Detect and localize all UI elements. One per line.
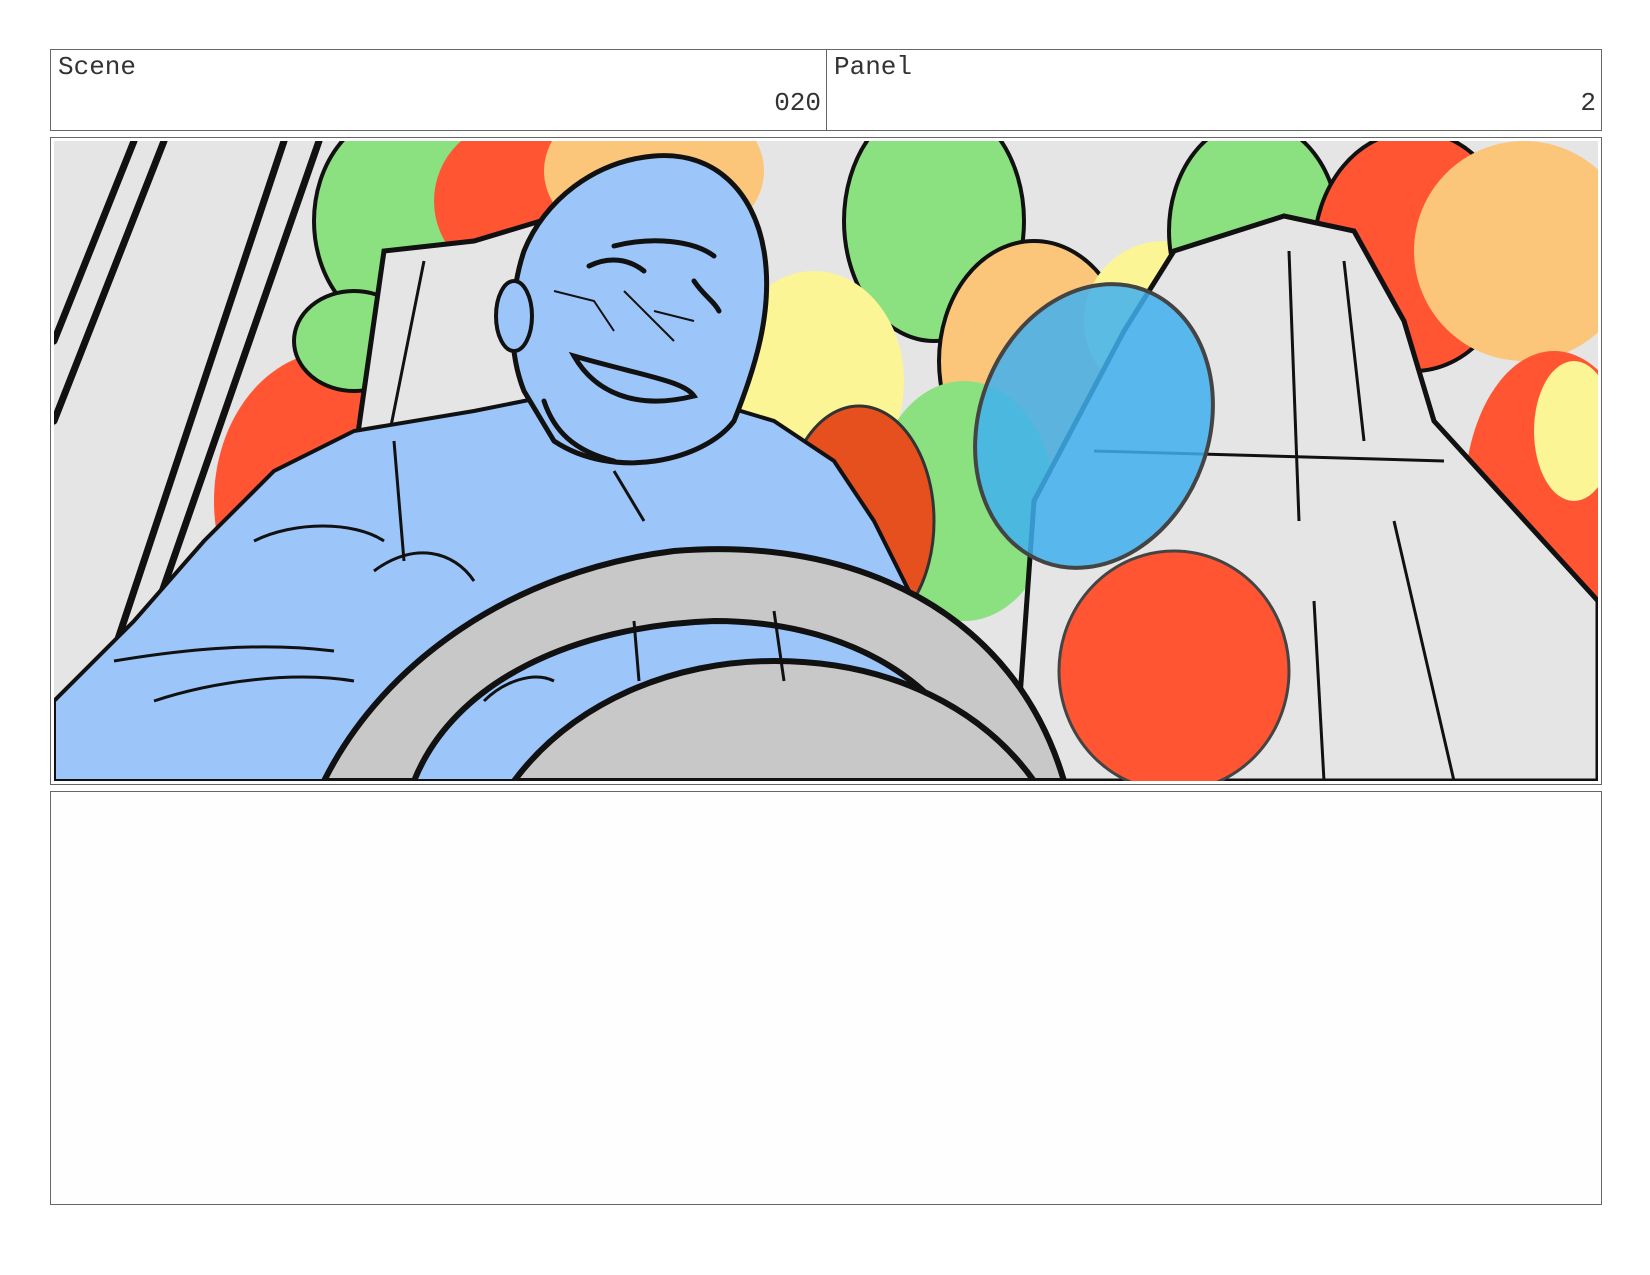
panel-cell: Panel 2 [827,50,1601,130]
scene-cell: Scene 020 [51,50,827,130]
storyboard-header: Scene 020 Panel 2 [50,49,1602,131]
scene-label: Scene [58,52,137,82]
panel-number[interactable]: 2 [1580,90,1596,116]
notes-area[interactable] [50,791,1602,1205]
storyboard-frame [50,137,1602,785]
scene-number[interactable]: 020 [774,90,821,116]
storyboard-sketch [54,141,1598,781]
panel-label: Panel [834,52,913,82]
